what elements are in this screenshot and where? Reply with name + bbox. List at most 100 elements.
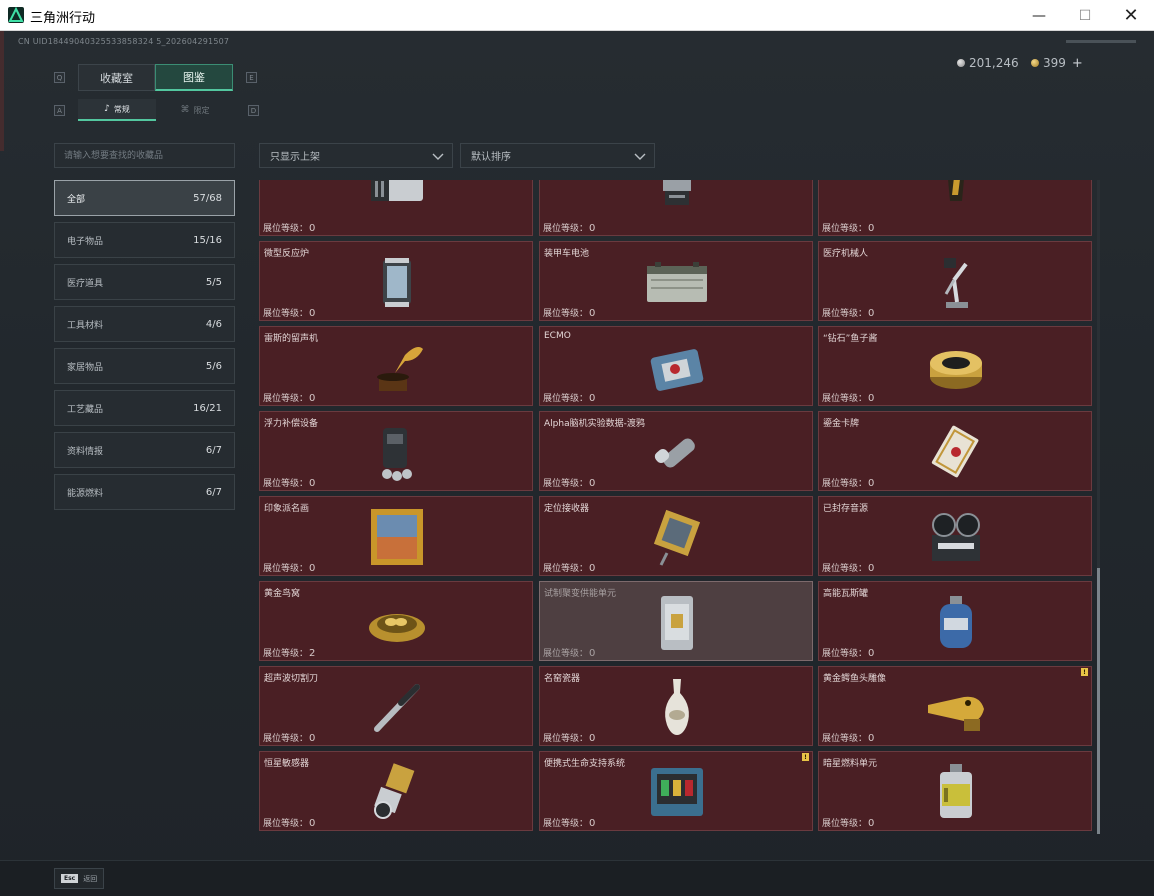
- collection-card[interactable]: 高能瓦斯罐 展位等级：0: [818, 581, 1092, 661]
- collection-card[interactable]: 展位等级：0: [818, 180, 1092, 236]
- booth-level-value: 0: [589, 393, 596, 404]
- star-sensor-icon: [365, 760, 429, 824]
- collection-card[interactable]: 医疗机械人展位等级：0: [818, 241, 1092, 321]
- item-name: ECMO: [544, 331, 571, 341]
- collection-card[interactable]: 定位接收器 展位等级：0: [539, 496, 813, 576]
- collection-card[interactable]: 浮力补偿设备 展位等级：0: [259, 411, 533, 491]
- booth-level-label: 展位等级：: [822, 819, 868, 829]
- collection-card[interactable]: 黄金鳄鱼头雕像 展位等级：0!: [818, 666, 1092, 746]
- painting-icon: [365, 505, 429, 569]
- booth-level-value: 0: [868, 648, 875, 659]
- category-item[interactable]: 医疗道具 5/5: [54, 264, 235, 300]
- collection-search-input[interactable]: [54, 143, 235, 168]
- booth-level-label: 展位等级：: [543, 564, 589, 574]
- chevron-down-icon: [432, 153, 444, 160]
- booth-level-value: 0: [589, 818, 596, 829]
- booth-level-label: 展位等级：: [263, 394, 309, 404]
- collection-card[interactable]: 名窑瓷器 展位等级：0: [539, 666, 813, 746]
- tab-catalog[interactable]: 图鉴: [155, 64, 233, 91]
- booth-level-value: 0: [309, 223, 316, 234]
- window-maximize-button[interactable]: ☐: [1062, 0, 1108, 31]
- booth-level-label: 展位等级：: [543, 394, 589, 404]
- back-button[interactable]: Esc 返回: [54, 868, 105, 889]
- window-close-button[interactable]: ✕: [1108, 0, 1154, 31]
- category-item[interactable]: 资料情报 6/7: [54, 432, 235, 468]
- booth-level-label: 展位等级：: [822, 564, 868, 574]
- collection-card[interactable]: 装甲车电池展位等级：0: [539, 241, 813, 321]
- booth-level: 展位等级：0: [822, 561, 874, 574]
- collection-card[interactable]: 雷斯的留声机 展位等级：0: [259, 326, 533, 406]
- booth-level-value: 0: [309, 478, 316, 489]
- gold-currency: 399 +: [1031, 56, 1083, 71]
- collection-card[interactable]: 展位等级：0: [539, 180, 813, 236]
- collection-card[interactable]: 印象派名画 展位等级：0: [259, 496, 533, 576]
- silver-amount: 201,246: [969, 56, 1019, 70]
- category-label: 家居物品: [67, 362, 104, 373]
- add-currency-button[interactable]: +: [1072, 56, 1083, 71]
- booth-level-label: 展位等级：: [263, 224, 309, 234]
- booth-level: 展位等级：0: [263, 391, 315, 404]
- booth-level: 展位等级：0: [263, 306, 315, 319]
- esc-key-hint: Esc: [61, 874, 79, 883]
- collection-card[interactable]: 恒星敏感器 展位等级：0: [259, 751, 533, 831]
- shelf-filter-dropdown[interactable]: 只显示上架: [259, 143, 453, 168]
- booth-level-label: 展位等级：: [822, 734, 868, 744]
- collection-card[interactable]: “钻石”鱼子酱 展位等级：0: [818, 326, 1092, 406]
- collection-card[interactable]: Alpha脑机实验数据-渡鸦 展位等级：0: [539, 411, 813, 491]
- category-item[interactable]: 家居物品 5/6: [54, 348, 235, 384]
- collection-card[interactable]: 黄金鸟窝 展位等级：2: [259, 581, 533, 661]
- collection-card[interactable]: 展位等级：0: [259, 180, 533, 236]
- booth-level: 展位等级：0: [822, 731, 874, 744]
- booth-level: 展位等级：0: [543, 816, 595, 829]
- app-logo-icon: [8, 7, 24, 23]
- window-minimize-button[interactable]: —: [1016, 0, 1062, 31]
- item-name: 便携式生命支持系统: [544, 759, 626, 769]
- tab-collection[interactable]: 收藏室: [78, 64, 155, 91]
- item-name: Alpha脑机实验数据-渡鸦: [544, 419, 645, 429]
- collection-card[interactable]: 超声波切割刀 展位等级：0: [259, 666, 533, 746]
- item-name: 高能瓦斯罐: [823, 589, 869, 599]
- collection-card[interactable]: 暗星燃料单元 展位等级：0: [818, 751, 1092, 831]
- booth-level: 展位等级：0: [543, 306, 595, 319]
- booth-level-value: 0: [589, 223, 596, 234]
- collection-card[interactable]: 鎏金卡牌 展位等级：0: [818, 411, 1092, 491]
- subtab-normal[interactable]: ♪ 常规: [78, 99, 156, 121]
- category-label: 工具材料: [67, 320, 104, 331]
- collection-card[interactable]: 便携式生命支持系统 展位等级：0!: [539, 751, 813, 831]
- category-item[interactable]: 工艺藏品 16/21: [54, 390, 235, 426]
- booth-level: 展位等级：0: [822, 306, 874, 319]
- category-item[interactable]: 能源燃料 6/7: [54, 474, 235, 510]
- top-right-decoration: [1066, 40, 1136, 43]
- golden-nest-icon: [365, 590, 429, 654]
- gold-coin-icon: [1031, 59, 1039, 67]
- booth-level: 展位等级：0: [543, 391, 595, 404]
- category-item[interactable]: 电子物品 15/16: [54, 222, 235, 258]
- category-label: 电子物品: [67, 236, 104, 247]
- booth-level: 展位等级：0: [822, 476, 874, 489]
- category-count: 16/21: [193, 402, 222, 414]
- robot-arm-icon: [924, 250, 988, 314]
- collection-card[interactable]: 已封存音源 展位等级：0: [818, 496, 1092, 576]
- collection-card[interactable]: 微型反应炉 展位等级：0: [259, 241, 533, 321]
- subtab-limited[interactable]: ⌘ 限定: [156, 99, 234, 121]
- collection-card[interactable]: 试制聚变供能单元 展位等级：0: [539, 581, 813, 661]
- caviar-icon: [924, 335, 988, 399]
- category-item[interactable]: 全部 57/68: [54, 180, 235, 216]
- category-item[interactable]: 工具材料 4/6: [54, 306, 235, 342]
- category-count: 6/7: [205, 486, 222, 498]
- booth-level: 展位等级：0: [822, 391, 874, 404]
- booth-level-value: 0: [309, 308, 316, 319]
- booth-level-label: 展位等级：: [263, 479, 309, 489]
- booth-level: 展位等级：0: [543, 221, 595, 234]
- grid-scrollbar-thumb[interactable]: [1097, 568, 1100, 834]
- data-canister-icon: [645, 420, 709, 484]
- collection-card[interactable]: ECMO 展位等级：0: [539, 326, 813, 406]
- item-name: 印象派名画: [264, 504, 310, 514]
- booth-level-label: 展位等级：: [543, 819, 589, 829]
- sort-value: 默认排序: [471, 152, 511, 163]
- item-name: 装甲车电池: [544, 249, 590, 259]
- booth-level-label: 展位等级：: [263, 734, 309, 744]
- item-name: 医疗机械人: [823, 249, 869, 259]
- sort-dropdown[interactable]: 默认排序: [460, 143, 655, 168]
- booth-level-label: 展位等级：: [543, 479, 589, 489]
